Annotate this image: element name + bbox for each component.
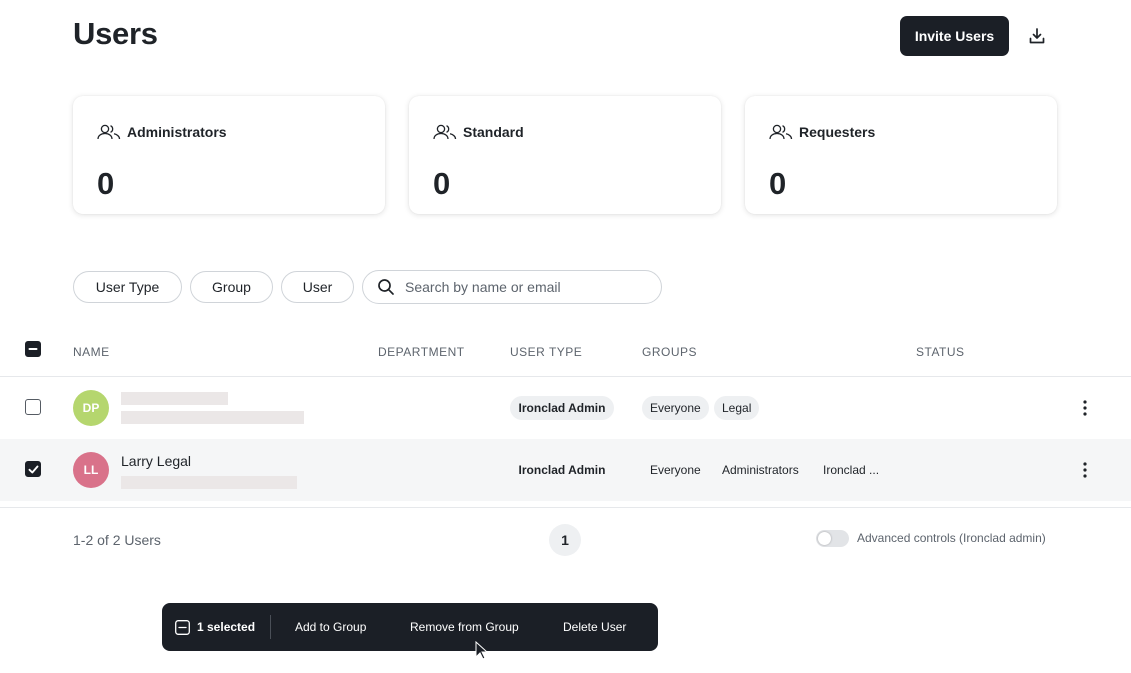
avatar: DP [73,390,109,426]
users-icon [433,124,457,140]
card-label: Administrators [127,124,227,140]
toggle-knob [818,532,831,545]
redacted-email [121,411,304,424]
card-label: Requesters [799,124,876,140]
search-box [362,270,662,304]
selected-count-text: 1 selected [197,620,256,634]
card-administrators: Administrators 0 [73,96,385,214]
more-vertical-icon [1083,462,1087,478]
invite-users-button[interactable]: Invite Users [900,16,1009,56]
column-header-name[interactable]: NAME [73,345,110,359]
avatar: LL [73,452,109,488]
more-vertical-icon [1083,400,1087,416]
user-type-badge: Ironclad Admin [510,396,614,420]
redacted-email [121,476,297,489]
user-name[interactable]: Larry Legal [121,453,191,469]
cursor-icon [475,641,489,660]
download-button[interactable] [1022,21,1052,51]
remove-from-group-button[interactable]: Remove from Group [410,603,519,651]
pagination-count: 1-2 of 2 Users [73,532,161,548]
search-input[interactable] [403,278,647,296]
group-tag: Ironclad ... [823,463,880,477]
minus-icon [28,348,38,350]
column-header-status[interactable]: STATUS [916,345,965,359]
divider [0,507,1131,508]
card-standard: Standard 0 [409,96,721,214]
row-menu-button[interactable] [1075,460,1095,480]
filter-group[interactable]: Group [190,271,273,303]
group-tag: Legal [714,396,760,420]
minus-square-icon [175,619,190,635]
group-tag: Everyone [642,396,709,420]
download-icon [1029,28,1045,44]
column-header-groups[interactable]: GROUPS [642,345,697,359]
card-value: 0 [769,166,787,201]
users-icon [769,124,793,140]
users-icon [97,124,121,140]
redacted-name [121,392,228,405]
toggle-label: Advanced controls (Ironclad admin) [857,531,1046,545]
delete-user-button[interactable]: Delete User [563,603,626,651]
row-checkbox[interactable] [25,399,41,415]
filter-user-type[interactable]: User Type [73,271,182,303]
bulk-action-bar: 1 selected Add to Group Remove from Grou… [162,603,658,651]
column-header-user-type[interactable]: USER TYPE [510,345,582,359]
filter-user[interactable]: User [281,271,354,303]
row-menu-button[interactable] [1075,398,1095,418]
card-value: 0 [433,166,451,201]
advanced-controls-toggle[interactable] [816,530,849,547]
add-to-group-button[interactable]: Add to Group [295,603,366,651]
page-button[interactable]: 1 [549,524,581,556]
separator [270,615,271,639]
divider [0,376,1131,377]
select-all-checkbox[interactable] [25,341,41,357]
column-header-department[interactable]: DEPARTMENT [378,345,465,359]
card-label: Standard [463,124,524,140]
page-title: Users [73,16,158,51]
selection-count[interactable]: 1 selected [175,603,255,651]
check-icon [28,465,38,473]
group-tag: Administrators [722,463,799,477]
card-requesters: Requesters 0 [745,96,1057,214]
card-value: 0 [97,166,115,201]
search-icon [378,279,394,295]
group-tag: Everyone [650,463,701,477]
user-type-badge: Ironclad Admin [518,463,606,477]
row-checkbox[interactable] [25,461,41,477]
